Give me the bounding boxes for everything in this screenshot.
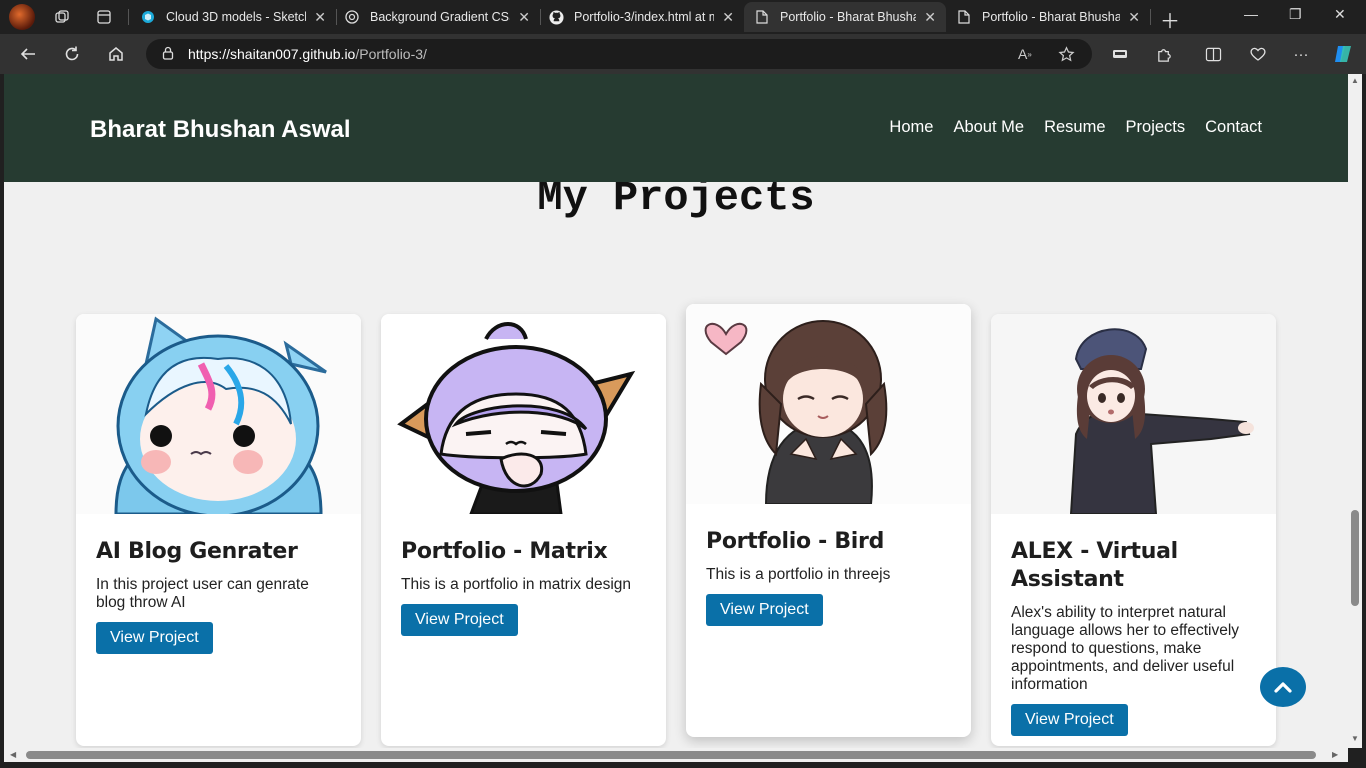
view-project-button[interactable]: View Project: [706, 594, 823, 626]
nav-projects-link[interactable]: Projects: [1126, 118, 1186, 137]
scroll-up-arrow-icon[interactable]: ▲: [1351, 76, 1359, 85]
project-card-matrix: Portfolio - Matrix This is a portfolio i…: [381, 314, 666, 746]
view-project-button[interactable]: View Project: [1011, 704, 1128, 736]
project-description: In this project user can genrate blog th…: [96, 576, 309, 611]
site-header: Bharat Bhushan Aswal Home About Me Resum…: [4, 74, 1348, 182]
sketchfab-icon: [140, 9, 156, 25]
view-project-button[interactable]: View Project: [96, 622, 213, 654]
project-thumbnail: [686, 304, 971, 504]
close-tab-icon[interactable]: ✕: [1128, 9, 1140, 26]
close-tab-icon[interactable]: ✕: [924, 9, 936, 26]
url-path: /Portfolio-3/: [355, 46, 427, 62]
github-icon: [548, 9, 564, 25]
project-card-alex: ALEX - Virtual Assistant Alex's ability …: [991, 314, 1276, 746]
tab-title: Portfolio-3/index.html at main: [574, 10, 715, 24]
project-card-ai-blog: AI Blog Genrater In this project user ca…: [76, 314, 361, 746]
tab-portfolio-active[interactable]: Portfolio - Bharat Bhushan ✕: [744, 2, 946, 32]
tab-background-gradient[interactable]: Background Gradient CSS ✕: [334, 2, 540, 32]
restore-icon[interactable]: ❐: [1289, 6, 1302, 23]
address-bar[interactable]: https://shaitan007.github.io/Portfolio-3…: [146, 39, 1092, 69]
read-aloud-icon[interactable]: A»: [1018, 39, 1032, 69]
extension-badge-icon[interactable]: [1108, 42, 1132, 66]
openai-icon: [344, 9, 360, 25]
scroll-down-arrow-icon[interactable]: ▼: [1351, 734, 1359, 743]
profile-avatar[interactable]: [9, 4, 35, 30]
project-title: ALEX - Virtual Assistant: [1011, 539, 1178, 592]
workspaces-icon[interactable]: [50, 5, 74, 29]
tab-title: Cloud 3D models - Sketchfab: [166, 10, 306, 24]
project-thumbnail: [991, 314, 1276, 514]
favorite-star-icon[interactable]: [1058, 39, 1075, 69]
chevron-up-icon: [1274, 682, 1292, 693]
nav-home-link[interactable]: Home: [889, 118, 933, 137]
tab-sketchfab[interactable]: Cloud 3D models - Sketchfab ✕: [130, 2, 336, 32]
tab-portfolio[interactable]: Portfolio - Bharat Bhushan ✕: [946, 2, 1150, 32]
project-title: AI Blog Genrater: [96, 539, 298, 564]
close-window-icon[interactable]: ✕: [1334, 6, 1346, 23]
page-viewport: Bharat Bhushan Aswal Home About Me Resum…: [4, 74, 1348, 748]
url-host: https://shaitan007.github.io: [188, 46, 356, 62]
site-brand[interactable]: Bharat Bhushan Aswal: [90, 116, 351, 144]
project-description: This is a portfolio in threejs: [706, 566, 891, 583]
nav-contact-link[interactable]: Contact: [1205, 118, 1262, 137]
project-description: This is a portfolio in matrix design: [401, 576, 632, 593]
page-icon: [754, 9, 770, 25]
refresh-icon[interactable]: [60, 42, 84, 66]
address-toolbar: https://shaitan007.github.io/Portfolio-3…: [0, 34, 1366, 74]
new-tab-icon[interactable]: ＋: [1160, 5, 1180, 34]
vertical-scrollbar-thumb[interactable]: [1351, 510, 1359, 606]
site-nav: Home About Me Resume Projects Contact: [889, 118, 1262, 137]
tab-title: Portfolio - Bharat Bhushan: [982, 10, 1121, 24]
project-card-bird: Portfolio - Bird This is a portfolio in …: [686, 304, 971, 737]
tab-actions-icon[interactable]: [92, 5, 116, 29]
scroll-left-arrow-icon[interactable]: ◀: [10, 750, 16, 759]
horizontal-scrollbar[interactable]: ◀ ▶: [4, 748, 1348, 762]
close-tab-icon[interactable]: ✕: [518, 9, 530, 26]
project-thumbnail: [381, 314, 666, 514]
close-tab-icon[interactable]: ✕: [314, 9, 326, 26]
lock-icon[interactable]: [162, 46, 174, 63]
view-project-button[interactable]: View Project: [401, 604, 518, 636]
window-bottom-edge: [0, 762, 1366, 768]
project-title: Portfolio - Bird: [706, 529, 885, 554]
tab-github[interactable]: Portfolio-3/index.html at main ✕: [538, 2, 744, 32]
minimize-icon[interactable]: —: [1244, 6, 1258, 22]
project-title: Portfolio - Matrix: [401, 539, 608, 564]
split-screen-icon[interactable]: [1201, 42, 1225, 66]
nav-about-link[interactable]: About Me: [953, 118, 1024, 137]
browser-essentials-icon[interactable]: [1246, 42, 1270, 66]
home-icon[interactable]: [104, 42, 128, 66]
close-tab-icon[interactable]: ✕: [722, 9, 734, 26]
back-icon[interactable]: [16, 42, 40, 66]
tab-title: Background Gradient CSS: [370, 10, 511, 24]
horizontal-scrollbar-thumb[interactable]: [26, 751, 1316, 759]
vertical-scrollbar[interactable]: ▲ ▼: [1348, 74, 1362, 748]
tab-title: Portfolio - Bharat Bhushan: [780, 10, 917, 24]
copilot-icon[interactable]: [1331, 42, 1355, 66]
project-thumbnail: [76, 314, 361, 514]
scroll-right-arrow-icon[interactable]: ▶: [1332, 750, 1338, 759]
project-description: Alex's ability to interpret natural lang…: [1011, 604, 1240, 693]
extensions-puzzle-icon[interactable]: [1152, 42, 1176, 66]
nav-resume-link[interactable]: Resume: [1044, 118, 1105, 137]
scroll-to-top-button[interactable]: [1260, 667, 1306, 707]
more-options-icon[interactable]: ···: [1289, 42, 1313, 66]
browser-tab-strip: Cloud 3D models - Sketchfab ✕ Background…: [0, 0, 1366, 34]
page-icon: [956, 9, 972, 25]
